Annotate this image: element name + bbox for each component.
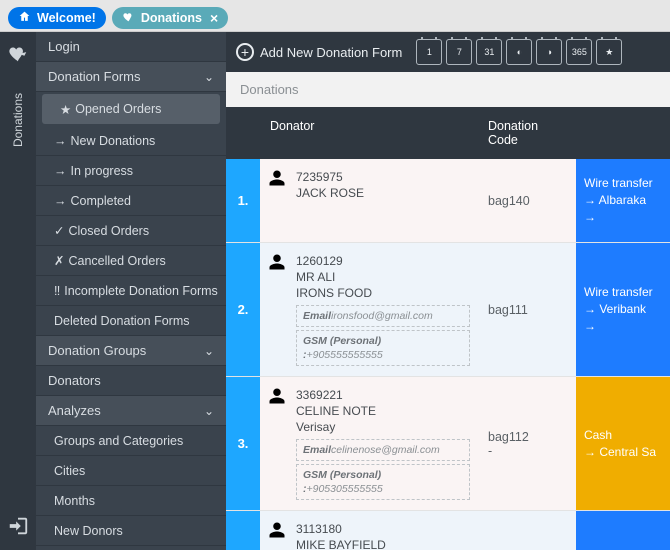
sidebar-item-cancelled-orders[interactable]: ✗ Cancelled Orders xyxy=(36,246,226,276)
sidebar-item-completed[interactable]: → Completed xyxy=(36,186,226,216)
person-icon xyxy=(268,253,288,366)
calendar-filter-★[interactable]: ★ xyxy=(596,39,622,65)
sidebar-item-new-donors[interactable]: New Donors xyxy=(36,516,226,546)
row-number: 1. xyxy=(226,159,260,242)
sidebar-item-cities[interactable]: Cities xyxy=(36,456,226,486)
donation-code: bag113 xyxy=(478,511,576,550)
left-rail: Donations xyxy=(0,32,36,550)
add-donation-form-button[interactable]: + Add New Donation Form xyxy=(236,43,402,61)
contact-line: GSM (Personal) :+905305555555 xyxy=(296,464,470,500)
sidebar-donation-forms[interactable]: Donation Forms⌄ xyxy=(36,62,226,92)
tab-donations[interactable]: Donations× xyxy=(112,7,228,29)
donation-code: bag140 xyxy=(478,159,576,242)
rail-label: Donations xyxy=(11,93,25,147)
sidebar-item-deleted-donation-forms[interactable]: Deleted Donation Forms xyxy=(36,306,226,336)
donations-grid: Donator Donation Code 1.7235975JACK ROSE… xyxy=(226,107,670,550)
contact-line: Emailcelinenose@gmail.com xyxy=(296,439,470,461)
row-number: 2. xyxy=(226,243,260,376)
contact-line: Emailironsfood@gmail.com xyxy=(296,305,470,327)
main-panel: + Add New Donation Form 1731◐◑365★ Donat… xyxy=(226,32,670,550)
table-row[interactable]: 3.3369221CELINE NOTEVerisayEmailcelineno… xyxy=(226,377,670,511)
person-icon xyxy=(268,387,288,500)
chevron-down-icon: ⌄ xyxy=(204,70,214,84)
tab-bar: Welcome! Donations× xyxy=(0,0,670,32)
sidebar-donators[interactable]: Donators xyxy=(36,366,226,396)
contact-line: GSM (Personal) :+905555555555 xyxy=(296,330,470,366)
donation-code: bag112- xyxy=(478,377,576,510)
chevron-down-icon: ⌄ xyxy=(204,344,214,358)
toolbar: + Add New Donation Form 1731◐◑365★ xyxy=(226,32,670,72)
sidebar-item-months[interactable]: Months xyxy=(36,486,226,516)
donations-rail-icon[interactable] xyxy=(7,42,29,69)
payment-cell: Cash→ Central Sa xyxy=(576,377,670,510)
person-icon xyxy=(268,521,288,550)
calendar-filter-◐[interactable]: ◐ xyxy=(506,39,532,65)
table-row[interactable]: 2.1260129MR ALIIRONS FOODEmailironsfood@… xyxy=(226,243,670,377)
calendar-filter-365[interactable]: 365 xyxy=(566,39,592,65)
sidebar-login[interactable]: Login xyxy=(36,32,226,62)
payment-cell: Wire transfer→ Albaraka→ xyxy=(576,159,670,242)
sidebar-item-new-donations[interactable]: → New Donations xyxy=(36,126,226,156)
sidebar-donation-groups[interactable]: Donation Groups⌄ xyxy=(36,336,226,366)
col-code[interactable]: Donation Code xyxy=(478,107,576,159)
payment-cell: Wire transfer→ Veribank→ xyxy=(576,243,670,376)
sidebar-item-closed-orders[interactable]: ✓ Closed Orders xyxy=(36,216,226,246)
close-icon[interactable]: × xyxy=(210,10,218,26)
calendar-filter-31[interactable]: 31 xyxy=(476,39,502,65)
donation-code: bag111 xyxy=(478,243,576,376)
chevron-down-icon: ⌄ xyxy=(204,404,214,418)
sidebar-item-opened-orders[interactable]: ★ Opened Orders xyxy=(42,94,220,124)
table-row[interactable]: 4.3113180MIKE BAYFIELDVerisayEmailm.bayf… xyxy=(226,511,670,550)
calendar-filter-◑[interactable]: ◑ xyxy=(536,39,562,65)
payment-cell: Wire transfer→ Veribank→ xyxy=(576,511,670,550)
sidebar-item-incomplete-donation-forms[interactable]: ‼ Incomplete Donation Forms xyxy=(36,276,226,306)
row-number: 4. xyxy=(226,511,260,550)
exit-icon[interactable] xyxy=(7,515,29,542)
tab-welcome[interactable]: Welcome! xyxy=(8,7,106,29)
row-number: 3. xyxy=(226,377,260,510)
breadcrumb: Donations xyxy=(226,72,670,107)
grid-header: Donator Donation Code xyxy=(226,107,670,159)
calendar-filter-1[interactable]: 1 xyxy=(416,39,442,65)
sidebar: Login Donation Forms⌄ ★ Opened Orders→ N… xyxy=(36,32,226,550)
home-icon xyxy=(18,10,31,26)
sidebar-item-groups-and-categories[interactable]: Groups and Categories xyxy=(36,426,226,456)
donate-icon xyxy=(122,10,135,26)
col-donator[interactable]: Donator xyxy=(260,107,478,159)
table-row[interactable]: 1.7235975JACK ROSEbag140Wire transfer→ A… xyxy=(226,159,670,243)
sidebar-analyzes[interactable]: Analyzes⌄ xyxy=(36,396,226,426)
sidebar-item-in-progress[interactable]: → In progress xyxy=(36,156,226,186)
person-icon xyxy=(268,169,288,232)
calendar-filter-7[interactable]: 7 xyxy=(446,39,472,65)
plus-circle-icon: + xyxy=(236,43,254,61)
